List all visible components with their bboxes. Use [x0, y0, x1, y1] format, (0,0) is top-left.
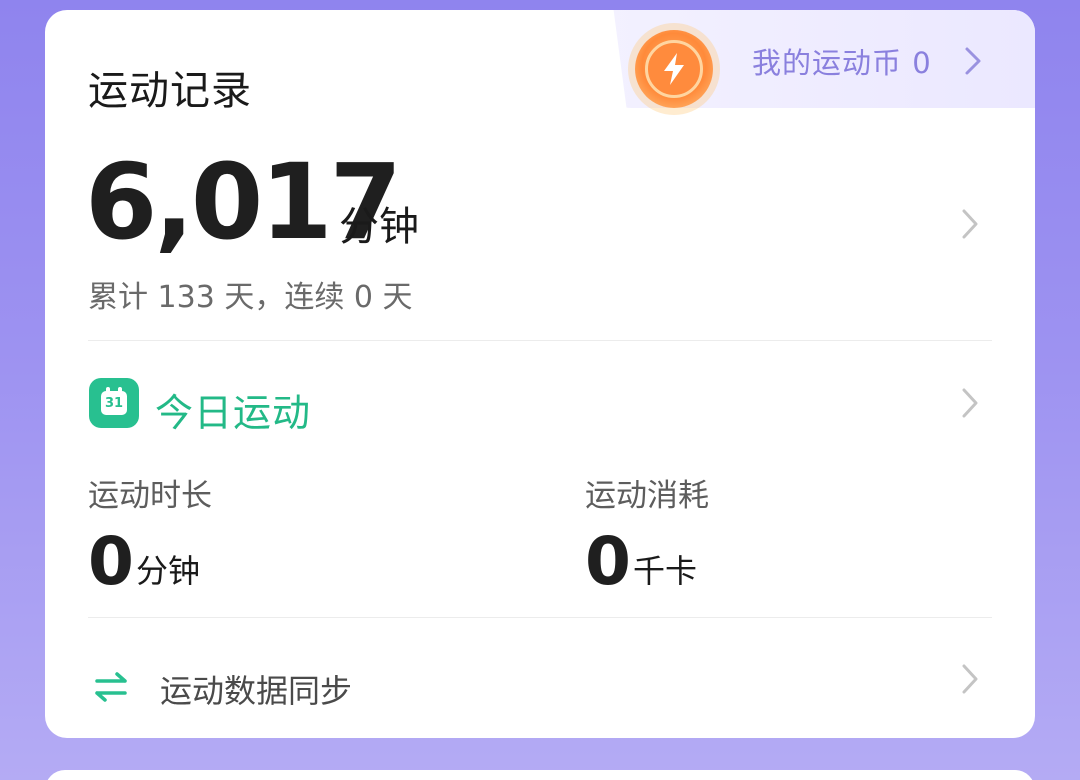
- divider: [88, 617, 992, 618]
- lightning-coin-icon: [635, 30, 713, 108]
- sport-record-card: 我的运动币 0 运动记录 6,017 分钟 累计 133 天，连续 0 天 31…: [45, 10, 1035, 738]
- duration-unit: 分钟: [136, 552, 201, 590]
- chevron-right-icon[interactable]: [960, 663, 980, 695]
- duration-label: 运动时长: [88, 478, 212, 514]
- duration-value: 0: [88, 523, 134, 600]
- calendar-day: 31: [101, 391, 127, 415]
- calories-label: 运动消耗: [585, 478, 709, 514]
- sync-arrows-icon: [95, 672, 127, 702]
- sport-data-sync[interactable]: 运动数据同步: [160, 666, 352, 712]
- chevron-right-icon[interactable]: [960, 208, 980, 240]
- page-title: 运动记录: [88, 68, 252, 114]
- calendar-icon: 31: [89, 378, 139, 428]
- calories-unit: 千卡: [633, 552, 698, 590]
- coin-balance-link[interactable]: 我的运动币 0: [752, 40, 932, 82]
- total-minutes-unit: 分钟: [339, 204, 419, 250]
- next-card: [45, 770, 1035, 780]
- streak-summary: 累计 133 天，连续 0 天: [88, 280, 413, 315]
- today-sport-title[interactable]: 今日运动: [155, 382, 311, 437]
- calories-value: 0: [585, 523, 631, 600]
- divider: [88, 340, 992, 341]
- chevron-right-icon[interactable]: [963, 46, 983, 76]
- chevron-right-icon[interactable]: [960, 387, 980, 419]
